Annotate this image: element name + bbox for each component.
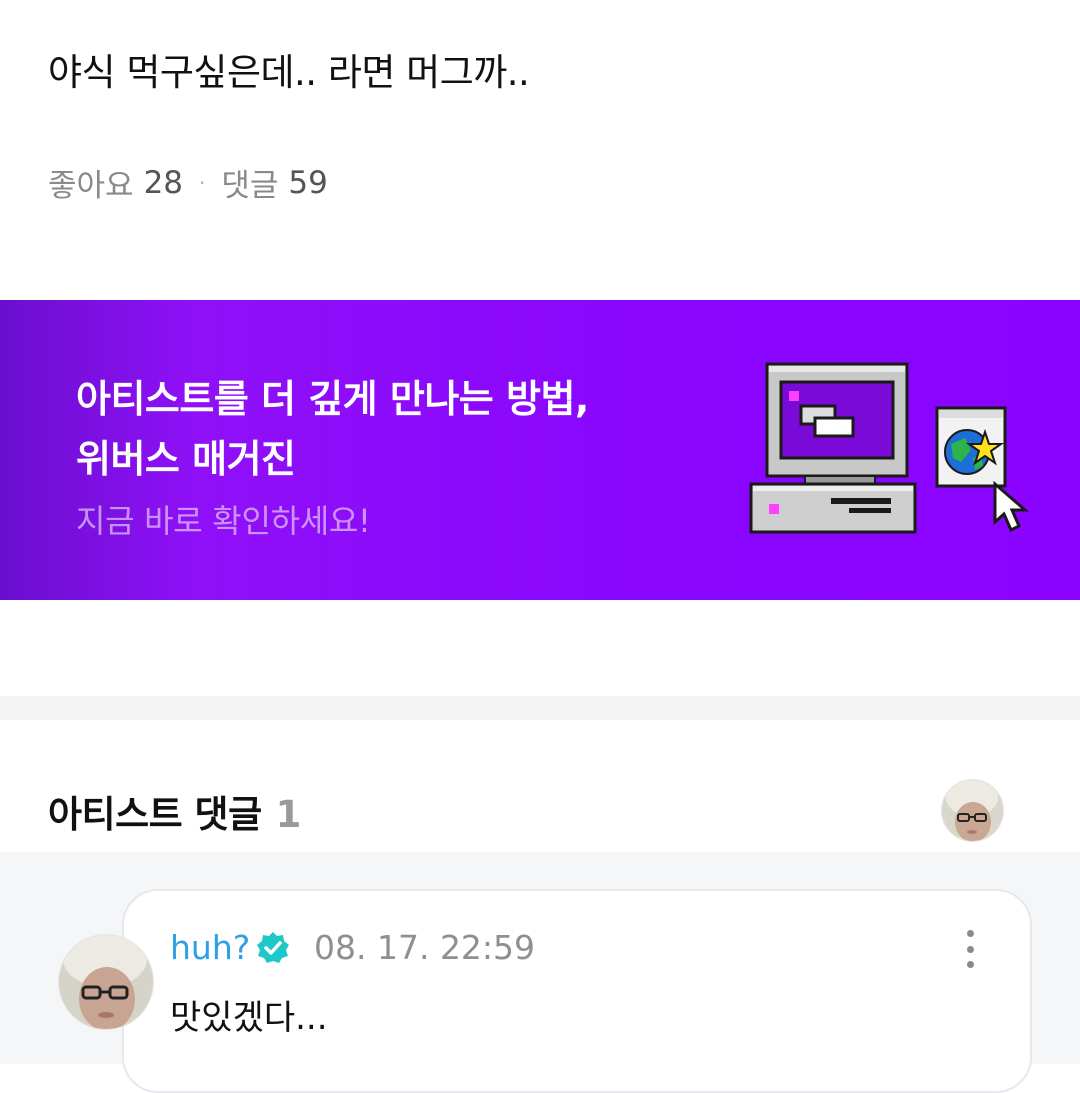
banner-headline-line2: 위버스 매거진 (76, 437, 296, 481)
banner-cta: 지금 바로 확인하세요! (76, 502, 371, 540)
more-options-icon[interactable] (954, 926, 986, 972)
comments-label[interactable]: 댓글 (221, 160, 278, 205)
comment-body: 맛있겠다... (170, 998, 328, 1038)
section-divider (0, 696, 1080, 720)
verified-badge-icon (257, 932, 289, 963)
retro-computer-icon (749, 362, 917, 534)
magazine-banner[interactable]: 아티스트를 더 깊게 만나는 방법, 위버스 매거진 지금 바로 확인하세요! (0, 300, 1080, 600)
banner-illustration (749, 362, 1030, 534)
likes-label[interactable]: 좋아요 (48, 160, 134, 205)
post-text: 야식 먹구싶은데.. 라면 머그까.. (48, 51, 530, 94)
artist-comments-count: 1 (275, 793, 302, 836)
comment-author-name[interactable]: huh? (170, 928, 250, 967)
likes-count: 28 (143, 164, 184, 201)
artist-avatar-icon[interactable] (941, 779, 1004, 842)
post-stats: 좋아요 28 · 댓글 59 (48, 160, 328, 205)
artist-comments-header: 아티스트 댓글 1 (48, 784, 301, 838)
globe-star-icon (935, 406, 1007, 488)
artist-comments-title: 아티스트 댓글 (48, 793, 262, 836)
mouse-cursor-icon (993, 480, 1030, 533)
stats-separator: · (199, 170, 206, 195)
comment-timestamp: 08. 17. 22:59 (314, 928, 536, 967)
banner-headline-line1: 아티스트를 더 깊게 만나는 방법, (76, 377, 589, 421)
comment-author-avatar-icon[interactable] (58, 934, 154, 1030)
comments-count: 59 (288, 164, 328, 201)
